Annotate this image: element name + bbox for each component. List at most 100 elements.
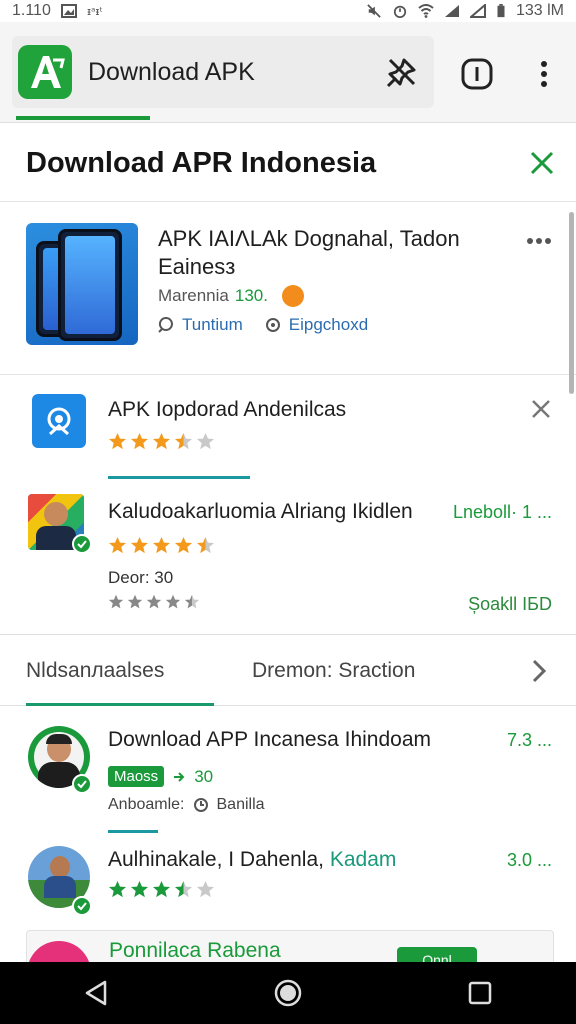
star-icon [174,880,193,898]
list-item[interactable]: Kaludoakarluomia Alriang Ikidlen Lnebоll… [0,488,576,634]
star-icon [196,432,215,450]
alarm-icon [393,5,407,18]
item-right-text: Lnebоll· 1 ... [452,502,552,522]
featured-tag-1-label: Tuntium [182,315,243,334]
signal-icon [444,5,459,17]
featured-meta: Marennia 130. [158,285,304,307]
item-title: Download APP Incanesa Ihindoam [108,728,431,751]
featured-tag-2-label: Eipgchoхd [288,315,369,334]
close-icon[interactable] [528,149,556,177]
rating-stars-small [108,594,200,610]
info-icon[interactable] [457,54,497,94]
badge-icon [281,285,304,307]
rating-stars [108,536,215,555]
star-icon [152,432,171,450]
featured-title: APK ΙΑΙΛLAk Dognahal, Tadon Eainesз [158,226,460,279]
item-badges: Maoss 30 [108,766,213,787]
arrow-right-icon [174,771,185,782]
item-title: Kaludoakarluomia Alriang Ikidlen [108,500,413,523]
wifi-icon [418,4,434,18]
rating-stars [108,432,215,451]
list-item[interactable]: APK Iopdorad Andenilcas [0,376,576,496]
chevron-right-icon[interactable] [528,657,550,685]
item-sub-value: Banilla [216,796,265,813]
header-row: Download APR Indonesia [0,122,576,202]
list-item[interactable]: Download APP Incanesa Ihindoam 7.3 ... M… [0,708,576,840]
image-notification-icon [60,4,77,18]
tag-icon [158,317,173,333]
item-sub-label: Deor: 30 [108,568,174,587]
recents-button[interactable] [458,971,502,1015]
back-button[interactable] [74,971,118,1015]
apk-logo-icon [31,56,65,88]
star-icon [196,536,215,554]
featured-tag-2[interactable]: Eipgchoхd [265,315,368,335]
star-icon [174,536,193,554]
promo-title: Ponnilaca Rabena [109,939,281,962]
featured-tag-1[interactable]: Tuntium [158,315,243,335]
featured-meta-value: 130. [234,286,268,305]
item-sub-label: Anboamle: [108,796,185,813]
system-nav-bar [0,962,576,1024]
item-arrow-value: 30 [194,766,214,786]
divider-accent [108,830,158,833]
notification-icon: ᵻᵃᵻᵗ [87,5,103,18]
list-item[interactable]: Aulhinakale, I Dahenla, Kadam 3.0 ... [0,836,576,928]
settings-circle-icon [265,318,280,332]
status-time: 1.110 [12,2,51,19]
home-circle-icon [274,979,302,1007]
featured-card[interactable]: APK ΙΑΙΛLAk Dognahal, Tadon Eainesз Mare… [0,203,576,375]
verified-check-icon [72,896,92,916]
star-icon [165,594,181,609]
app-bar: Download APK [0,22,576,122]
page-title: Download APR Indonesia [26,147,377,179]
more-vert-icon[interactable] [524,54,564,94]
star-icon [196,880,215,898]
verified-check-icon [72,534,92,554]
battery-icon [497,4,505,18]
divider-accent [108,476,250,479]
item-title-plain: Aulhinakale, I Dahenla, [108,848,324,871]
item-right-text: 7.3 ... [506,730,552,750]
app-logo [18,45,72,99]
item-title: APK Iopdorad Andenilcas [108,398,347,421]
star-icon [108,432,127,450]
status-bar: 1.110 ᵻᵃᵻᵗ 133 lM [0,0,576,22]
star-icon [108,536,127,554]
featured-image [26,223,138,345]
star-icon [152,536,171,554]
signal-2-icon [469,4,486,18]
address-bar[interactable]: Download APK [12,36,434,108]
pin-off-icon[interactable] [384,54,420,90]
tab-1[interactable]: Nldsanлaalses [26,659,164,683]
eye-logo-icon [47,407,71,436]
app-title: Download APK [88,57,255,86]
tab-2[interactable]: Dremon: Sraction [252,659,415,683]
svg-text:ᵻᵃᵻᵗ: ᵻᵃᵻᵗ [87,5,103,18]
recents-square-icon [468,981,492,1005]
star-icon [108,594,124,609]
star-icon [146,594,162,609]
more-horiz-icon[interactable] [526,237,552,245]
item-pill: Maoss [108,766,165,787]
verified-check-icon [72,774,92,794]
clock-icon [193,798,208,812]
star-icon [184,594,200,609]
mute-icon [367,4,381,18]
scrollbar[interactable] [569,212,574,394]
home-button[interactable] [266,971,310,1015]
featured-meta-label: Marennia [158,286,229,305]
item-title-green[interactable]: Kadam [330,848,397,871]
featured-tags: Tuntium Eipgchoхd [158,315,368,335]
tab-bar: Nldsanлaalses Dremon: Sraction [0,634,576,706]
dismiss-icon[interactable] [530,398,552,420]
active-tab-indicator [16,116,150,120]
star-icon [127,594,143,609]
star-icon [130,536,149,554]
star-icon [174,432,193,450]
tab-active-indicator [26,703,214,706]
item-sub: Anboamle: Banilla [108,796,265,814]
rating-stars [108,880,215,899]
star-icon [152,880,171,898]
item-title: Aulhinakale, I Dahenla, Kadam [108,848,396,872]
